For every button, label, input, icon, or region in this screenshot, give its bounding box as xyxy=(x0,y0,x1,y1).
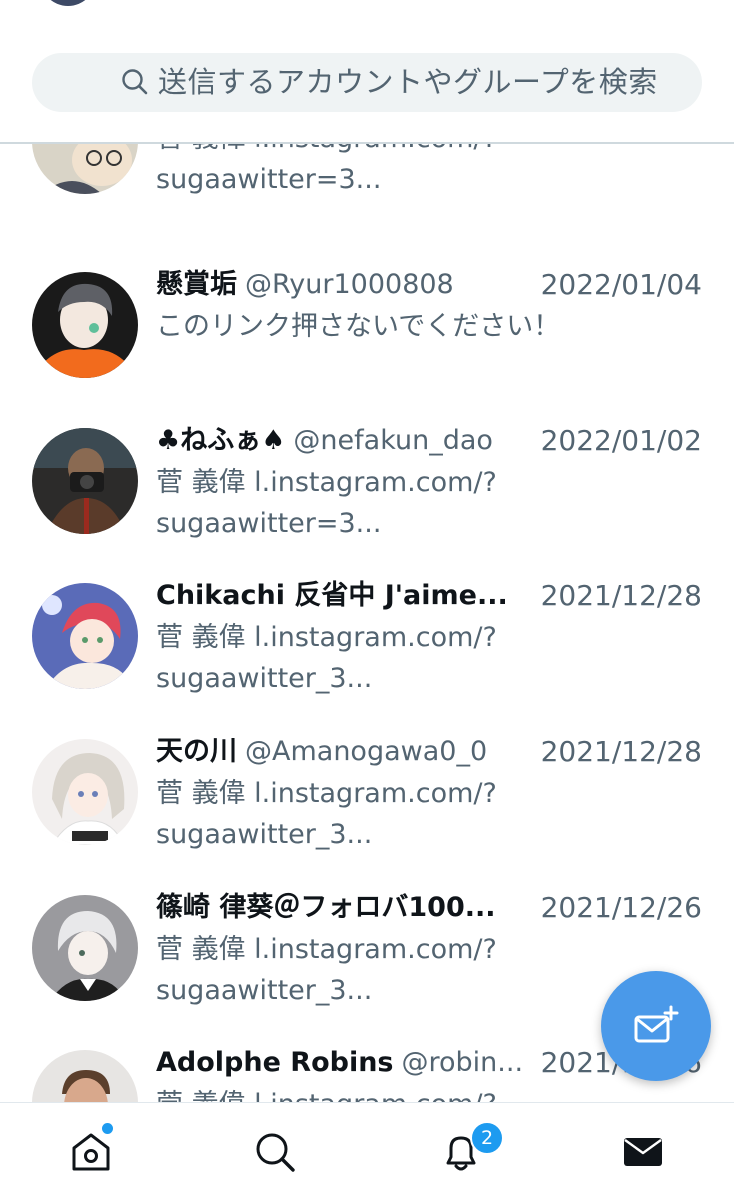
display-name: Adolphe Robins xyxy=(156,1047,394,1078)
message-preview: 菅 義偉 l.instagram.com/? sugaawitter=3... xyxy=(156,467,497,539)
user-handle: @Amanogawa0_0 xyxy=(245,736,488,767)
display-name: 天の川 xyxy=(156,736,237,767)
user-handle: @nefakun_dao xyxy=(293,425,493,456)
user-handle: @robin... xyxy=(401,1047,524,1078)
message-preview: 菅 義偉 l.instagram.com/? sugaawitter_3... xyxy=(156,622,497,694)
search-icon xyxy=(122,69,148,95)
message-preview: このリンク押さないでください！ xyxy=(156,311,561,342)
conversation-header: 天の川 @Amanogawa0_0 xyxy=(156,733,487,771)
tab-messages[interactable] xyxy=(618,1127,668,1177)
avatar xyxy=(32,895,138,1001)
display-name: ♣ねふぁ♠ xyxy=(156,425,286,456)
user-handle: @Ryur1000808 xyxy=(245,269,454,300)
tab-explore[interactable] xyxy=(250,1127,300,1177)
bottom-navigation: 2 xyxy=(0,1102,734,1201)
conversation-header: 懸賞垢 @Ryur1000808 xyxy=(156,266,454,304)
conversation-row[interactable]: Chikachi 反省中 J'aime... 2021/12/28 菅 義偉 l… xyxy=(0,577,734,733)
conversation-header: ♣ねふぁ♠ @nefakun_dao xyxy=(156,422,493,460)
display-name: Chikachi 反省中 J'aime... xyxy=(156,580,508,611)
avatar xyxy=(32,144,138,194)
avatar xyxy=(32,1050,138,1102)
conversation-row[interactable]: 天の川 @Amanogawa0_0 2021/12/28 菅 義偉 l.insta… xyxy=(0,733,734,889)
message-date: 2021/12/28 xyxy=(522,733,702,771)
message-date: 2022/01/02 xyxy=(522,422,702,460)
avatar xyxy=(32,428,138,534)
message-date: 2021/12/28 xyxy=(522,577,702,615)
conversation-header: 篠崎 律葵＠フォロバ100... xyxy=(156,889,496,927)
conversation-row[interactable]: 懸賞垢 @Ryur1000808 2022/01/04 このリンク押さないでくださ… xyxy=(0,266,734,422)
message-preview: 菅 義偉 l.instagram.com/? sugaawitter_3... xyxy=(156,934,497,1006)
conversation-row[interactable]: 菅 義偉 l.instagram.com/? sugaawitter=3... xyxy=(0,144,734,274)
message-preview: 菅 義偉 l.instagram.com/? sugaawitter_3... xyxy=(156,778,497,850)
new-message-button[interactable] xyxy=(601,971,711,1081)
search-icon xyxy=(256,1133,295,1172)
message-preview: 菅 義偉 l.instagram.com/? xyxy=(156,1084,536,1102)
message-date: 2022/01/04 xyxy=(522,266,702,304)
conversation-list: 菅 義偉 l.instagram.com/? sugaawitter=3... … xyxy=(0,144,734,1102)
search-input[interactable]: 送信するアカウントやグループを検索 xyxy=(32,53,702,112)
avatar xyxy=(32,272,138,378)
conversation-header: Chikachi 反省中 J'aime... xyxy=(156,577,508,615)
envelope-icon xyxy=(624,1138,662,1166)
tab-home[interactable] xyxy=(66,1127,116,1177)
display-name: 篠崎 律葵＠フォロバ100... xyxy=(156,892,496,923)
conversation-header: Adolphe Robins @robin... xyxy=(156,1044,523,1082)
avatar xyxy=(32,583,138,689)
notifications-badge: 2 xyxy=(470,1121,504,1155)
avatar xyxy=(32,739,138,845)
search-placeholder: 送信するアカウントやグループを検索 xyxy=(158,65,658,99)
conversation-row[interactable]: ♣ねふぁ♠ @nefakun_dao 2022/01/02 菅 義偉 l.inst… xyxy=(0,422,734,578)
display-name: 懸賞垢 xyxy=(156,269,237,300)
new-message-icon xyxy=(634,1005,679,1043)
message-date: 2021/12/26 xyxy=(522,889,702,927)
message-preview: 菅 義偉 l.instagram.com/? sugaawitter=3... xyxy=(156,144,497,195)
home-icon xyxy=(72,1133,110,1171)
current-user-avatar[interactable] xyxy=(40,0,96,6)
home-unread-dot xyxy=(102,1123,113,1134)
